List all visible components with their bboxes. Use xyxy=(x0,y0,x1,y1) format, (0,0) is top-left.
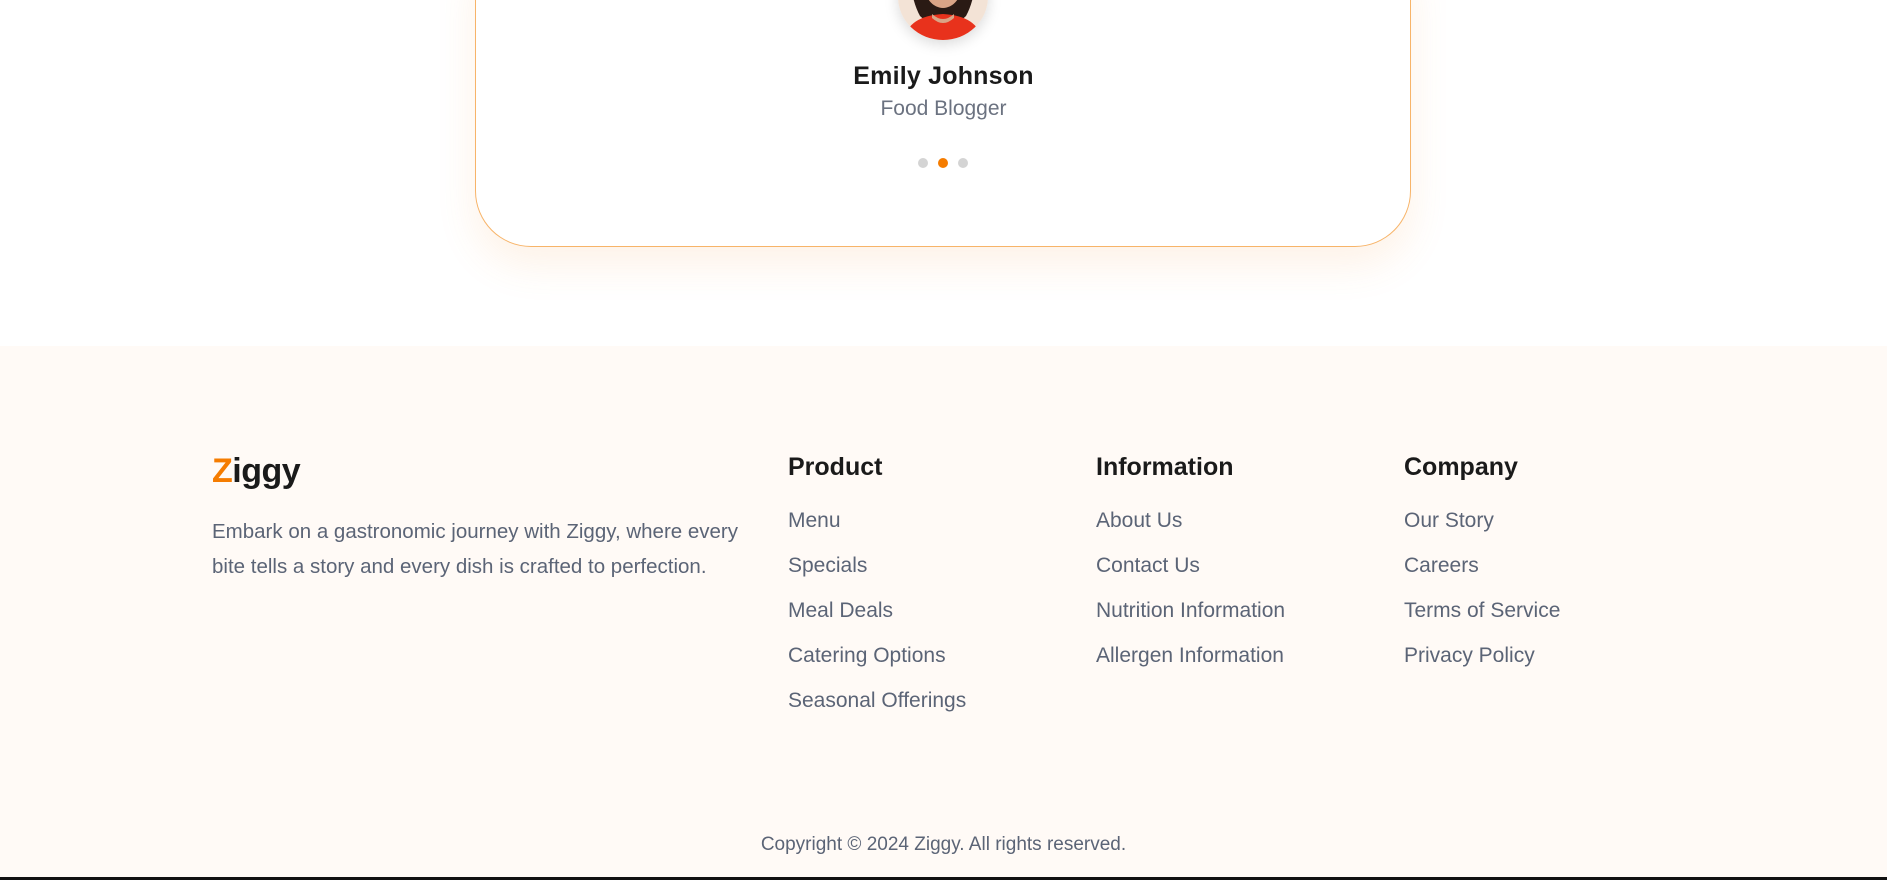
footer-link-allergen-information[interactable]: Allergen Information xyxy=(1096,644,1284,667)
footer-column-title: Company xyxy=(1404,453,1518,481)
footer-link-careers[interactable]: Careers xyxy=(1404,554,1479,577)
carousel-dot-3[interactable] xyxy=(958,158,968,168)
carousel-dots xyxy=(918,158,968,168)
footer-link-seasonal-offerings[interactable]: Seasonal Offerings xyxy=(788,689,966,712)
footer-link-about-us[interactable]: About Us xyxy=(1096,509,1182,532)
footer-column-company: Company Our Story Careers Terms of Servi… xyxy=(1404,450,1560,686)
site-footer: Ziggy Embark on a gastronomic journey wi… xyxy=(0,346,1887,878)
footer-link-list: Our Story Careers Terms of Service Priva… xyxy=(1404,506,1560,686)
testimonial-section: Emily Johnson Food Blogger xyxy=(0,0,1887,346)
footer-logo[interactable]: Ziggy xyxy=(212,452,301,491)
carousel-dot-2[interactable] xyxy=(938,158,948,168)
footer-link-nutrition-information[interactable]: Nutrition Information xyxy=(1096,599,1285,622)
footer-link-contact-us[interactable]: Contact Us xyxy=(1096,554,1200,577)
footer-link-list: Menu Specials Meal Deals Catering Option… xyxy=(788,506,966,731)
logo-accent-letter: Z xyxy=(212,452,233,490)
footer-column-information: Information About Us Contact Us Nutritio… xyxy=(1096,450,1285,686)
footer-link-catering-options[interactable]: Catering Options xyxy=(788,644,946,667)
testimonial-name: Emily Johnson xyxy=(853,62,1034,90)
footer-column-title: Information xyxy=(1096,453,1234,481)
copyright-text: Copyright © 2024 Ziggy. All rights reser… xyxy=(760,834,1127,855)
footer-description: Embark on a gastronomic journey with Zig… xyxy=(212,520,739,578)
testimonial-role: Food Blogger xyxy=(880,97,1007,120)
footer-column-product: Product Menu Specials Meal Deals Caterin… xyxy=(788,450,966,731)
footer-link-menu[interactable]: Menu xyxy=(788,509,841,532)
footer-link-privacy-policy[interactable]: Privacy Policy xyxy=(1404,644,1535,667)
footer-link-terms-of-service[interactable]: Terms of Service xyxy=(1404,599,1560,622)
footer-link-list: About Us Contact Us Nutrition Informatio… xyxy=(1096,506,1285,686)
footer-link-specials[interactable]: Specials xyxy=(788,554,867,577)
footer-link-our-story[interactable]: Our Story xyxy=(1404,509,1494,532)
footer-link-meal-deals[interactable]: Meal Deals xyxy=(788,599,893,622)
carousel-dot-1[interactable] xyxy=(918,158,928,168)
logo-rest: iggy xyxy=(232,452,301,490)
footer-column-title: Product xyxy=(788,453,883,481)
